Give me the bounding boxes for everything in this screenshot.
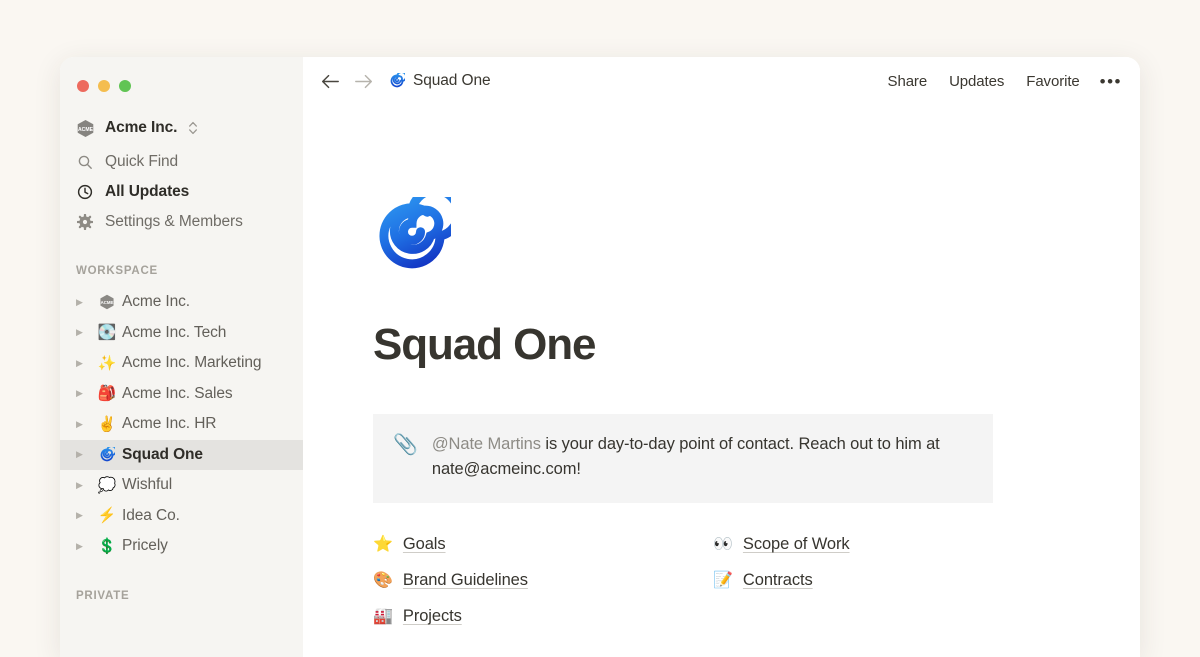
page-link-label: Projects [403,607,462,626]
expand-caret-icon[interactable]: ▶ [76,420,96,429]
sidebar-item-label: All Updates [105,183,189,201]
user-mention[interactable]: @Nate Martins [432,435,541,453]
expand-caret-icon[interactable]: ▶ [76,298,96,307]
sidebar-item-settings-members[interactable]: Settings & Members [60,207,303,237]
app-window: ACME Acme Inc. Quick Find [60,57,1140,657]
close-button[interactable] [77,80,89,92]
breadcrumb-label: Squad One [413,72,491,90]
backpack-icon: 🎒 [96,386,118,401]
expand-caret-icon[interactable]: ▶ [76,389,96,398]
sparkles-icon: ✨ [96,356,118,371]
minidisc-icon: 💽 [96,325,118,340]
paperclip-icon: 📎 [393,432,418,483]
sidebar-page-acme-inc-hr[interactable]: ▶ ✌️ Acme Inc. HR [60,409,303,440]
callout-text: @Nate Martins is your day-to-day point o… [432,432,973,483]
sidebar-page-label: Acme Inc. Tech [122,324,226,342]
sidebar-page-squad-one[interactable]: ▶ Squad One [60,440,303,471]
expand-caret-icon[interactable]: ▶ [76,481,96,490]
chevron-up-down-icon [188,121,198,135]
sidebar-page-pricely[interactable]: ▶ 💲 Pricely [60,531,303,562]
arrow-left-icon[interactable] [321,74,340,89]
svg-text:ACME: ACME [101,300,114,305]
sidebar-item-quick-find[interactable]: Quick Find [60,147,303,177]
thought-balloon-icon: 💭 [96,478,118,493]
page-title: Squad One [373,321,1094,369]
sidebar-page-label: Squad One [122,446,203,464]
window-traffic-lights [60,57,303,97]
star-icon: ⭐ [373,537,393,553]
expand-caret-icon[interactable]: ▶ [76,359,96,368]
expand-caret-icon[interactable]: ▶ [76,511,96,520]
page-link-label: Contracts [743,571,813,590]
share-button[interactable]: Share [888,73,928,90]
artist-palette-icon: 🎨 [373,573,393,589]
favorite-button[interactable]: Favorite [1026,73,1079,90]
page-links-grid: ⭐ Goals 👀 Scope of Work 🎨 Brand Guidelin… [373,527,993,635]
sidebar-item-label: Settings & Members [105,213,243,231]
expand-caret-icon[interactable]: ▶ [76,450,96,459]
memo-icon: 📝 [713,573,733,589]
factory-icon: 🏭 [373,609,393,625]
main-content: Squad One Share Updates Favorite ••• [303,57,1140,657]
page-link-contracts[interactable]: 📝 Contracts [713,563,993,599]
document-body: Squad One 📎 @Nate Martins is your day-to… [373,197,1094,635]
page-link-label: Brand Guidelines [403,571,528,590]
zoom-button[interactable] [119,80,131,92]
sidebar-page-label: Idea Co. [122,507,180,525]
workspace-switcher[interactable]: ACME Acme Inc. [60,113,303,143]
nav-arrows [321,74,373,89]
eyes-icon: 👀 [713,537,733,553]
gear-icon [76,214,93,231]
breadcrumb[interactable]: Squad One [389,72,491,90]
sidebar-page-label: Wishful [122,476,172,494]
sidebar-page-label: Acme Inc. HR [122,415,216,433]
dollar-sign-icon: 💲 [96,539,118,554]
page-link-goals[interactable]: ⭐ Goals [373,527,713,563]
sidebar-page-label: Acme Inc. Marketing [122,354,261,372]
topbar-actions: Share Updates Favorite ••• [888,73,1122,90]
high-voltage-icon: ⚡ [96,508,118,523]
svg-text:ACME: ACME [78,126,94,132]
clock-icon [76,184,93,201]
topbar: Squad One Share Updates Favorite ••• [303,57,1140,105]
sidebar-page-label: Acme Inc. [122,293,190,311]
page-link-projects[interactable]: 🏭 Projects [373,599,713,635]
victory-hand-icon: ✌️ [96,417,118,432]
sidebar-page-acme-inc-sales[interactable]: ▶ 🎒 Acme Inc. Sales [60,379,303,410]
spiral-icon [96,447,118,463]
spiral-icon [389,73,405,89]
private-section-label: PRIVATE [60,590,303,602]
sidebar: ACME Acme Inc. Quick Find [60,57,303,657]
minimize-button[interactable] [98,80,110,92]
arrow-right-icon[interactable] [354,74,373,89]
page-link-scope-of-work[interactable]: 👀 Scope of Work [713,527,993,563]
expand-caret-icon[interactable]: ▶ [76,328,96,337]
sidebar-page-label: Pricely [122,537,168,555]
callout-block: 📎 @Nate Martins is your day-to-day point… [373,414,993,503]
sidebar-page-acme-inc-tech[interactable]: ▶ 💽 Acme Inc. Tech [60,318,303,349]
page-spiral-icon[interactable] [373,197,451,275]
expand-caret-icon[interactable]: ▶ [76,542,96,551]
hexagon-badge-icon: ACME [96,294,118,310]
page-link-label: Scope of Work [743,535,850,554]
updates-button[interactable]: Updates [949,73,1004,90]
workspace-section-label: WORKSPACE [60,265,303,277]
sidebar-page-acme-inc-marketing[interactable]: ▶ ✨ Acme Inc. Marketing [60,348,303,379]
sidebar-page-idea-co[interactable]: ▶ ⚡ Idea Co. [60,501,303,532]
sidebar-page-label: Acme Inc. Sales [122,385,233,403]
more-options-icon[interactable]: ••• [1100,73,1122,90]
page-link-brand-guidelines[interactable]: 🎨 Brand Guidelines [373,563,713,599]
acme-hexagon-icon: ACME [76,119,95,138]
sidebar-item-all-updates[interactable]: All Updates [60,177,303,207]
sidebar-page-acme-inc[interactable]: ▶ ACME Acme Inc. [60,287,303,318]
sidebar-item-label: Quick Find [105,153,178,171]
sidebar-page-wishful[interactable]: ▶ 💭 Wishful [60,470,303,501]
page-link-label: Goals [403,535,446,554]
search-icon [76,154,93,171]
workspace-name: Acme Inc. [105,119,177,137]
